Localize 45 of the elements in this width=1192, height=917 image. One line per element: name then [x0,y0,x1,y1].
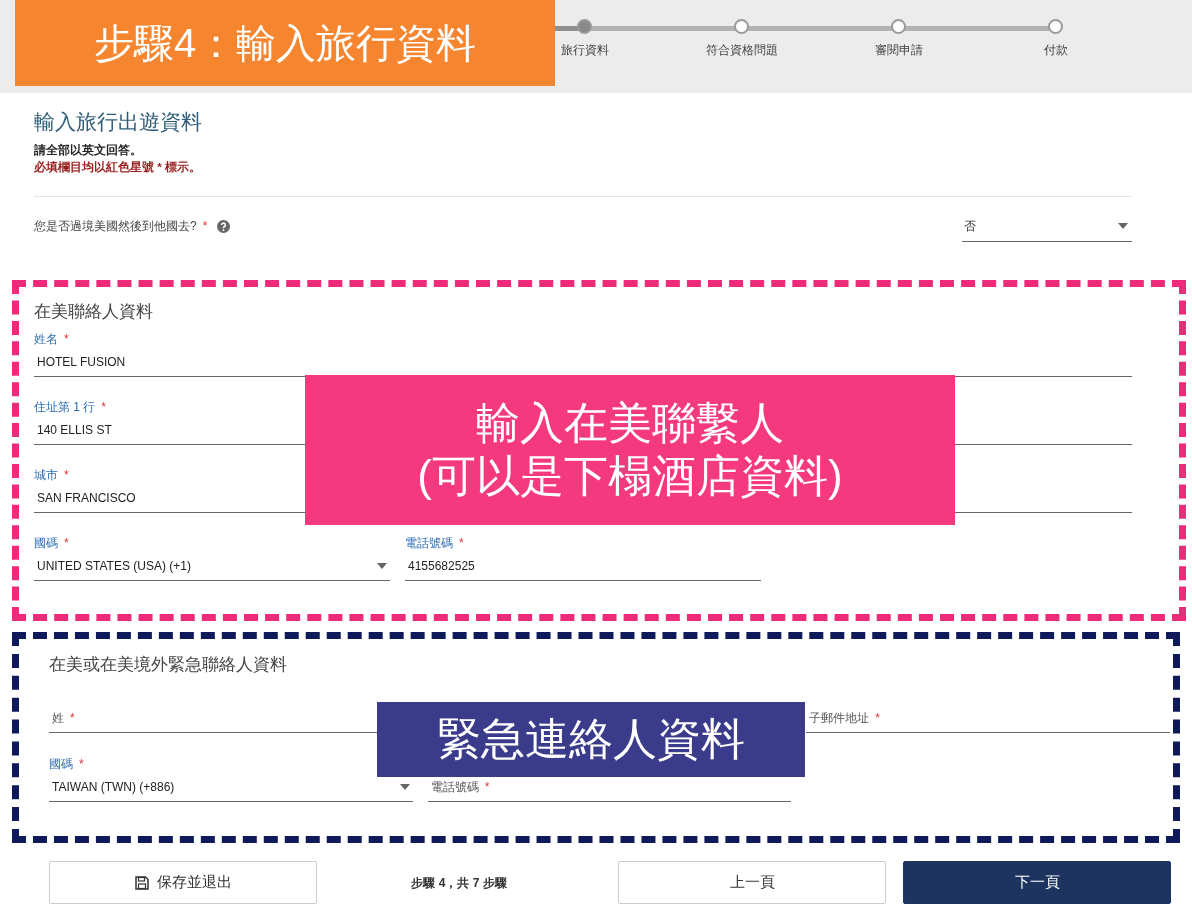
caret-icon [1118,222,1128,229]
input-field[interactable]: 子郵件地址 * [806,703,1170,734]
caret-icon [399,783,410,790]
field-label: 城市 [34,468,58,483]
callout-text: (可以是下榻酒店資料) [417,450,843,502]
required-mark: * [64,468,69,483]
page-title: 輸入旅行出遊資料 [34,109,203,135]
instruction-text: 請全部以英文回答。 [34,143,143,159]
previous-button[interactable]: 上一頁 [618,861,886,904]
field-label: 姓名 [34,332,58,347]
required-mark: * [459,536,464,551]
section-heading: 在美聯絡人資料 [34,302,154,323]
help-icon[interactable] [217,219,231,233]
input-field[interactable]: 4155682525 [405,551,761,582]
select-field[interactable]: UNITED STATES (USA) (+1) [34,551,390,582]
save-exit-button[interactable]: 保存並退出 [49,861,317,904]
next-button[interactable]: 下一頁 [903,861,1171,904]
required-mark: * [70,709,75,727]
required-mark: * [202,218,208,236]
required-mark: * [64,332,69,347]
field-label: 國碼 [34,536,58,551]
field-label: 住址第 1 行 [34,400,96,415]
field-label: 國碼 [49,757,73,772]
field-label: 姓 [52,709,64,727]
required-mark: * [101,400,106,415]
field-label: 電話號碼 [405,536,453,551]
step-label: 審閱申請 [874,42,923,59]
answer-select[interactable]: 否 [962,210,1132,242]
step-label: 符合資格問題 [705,42,778,59]
required-mark: * [79,757,84,772]
step-label: 旅行資料 [560,42,609,59]
required-mark: * [875,709,880,727]
required-mark: * [64,536,69,551]
field-label: 子郵件地址 [809,709,870,727]
question-label: 您是否過境美國然後到他國去? [34,218,197,236]
section-heading: 在美或在美境外緊急聯絡人資料 [49,655,288,676]
required-mark: * [484,778,490,796]
step-label: 付款 [1043,42,1068,59]
field-label: 電話號碼 [430,778,479,796]
caret-icon [377,562,387,569]
required-note: 必填欄目均以紅色星號 * 標示。 [34,160,202,176]
step-progress-text: 步驟 4，共 7 步驟 [410,874,508,892]
callout-text: 輸入在美聯繫人 [476,397,784,450]
callout-text: 步驟4：輸入旅行資料 [93,20,477,67]
callout-text: 緊急連絡人資料 [437,713,745,766]
